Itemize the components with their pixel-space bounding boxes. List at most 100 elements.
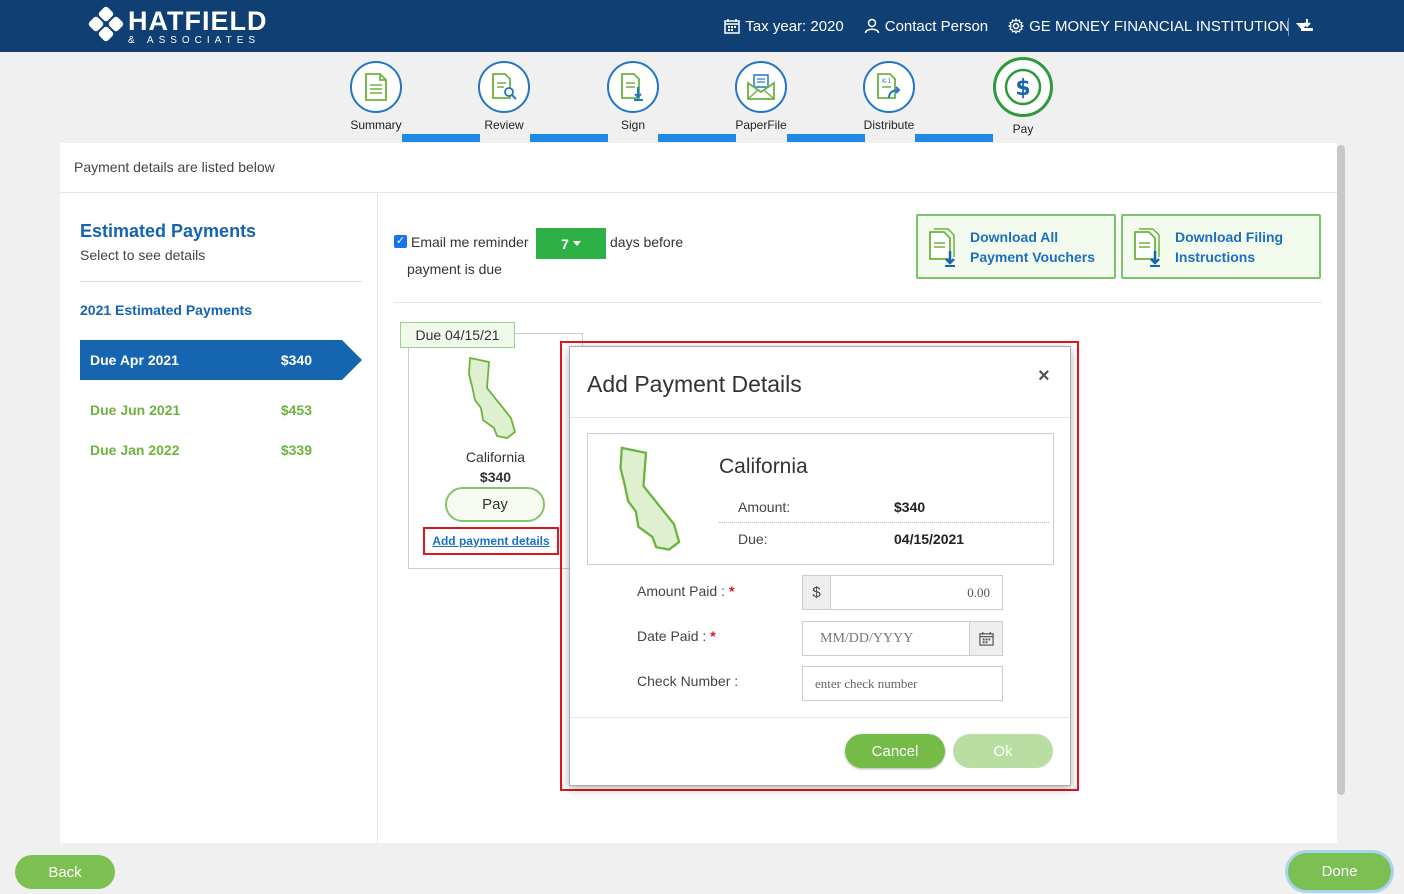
sidebar-subtitle: Select to see details — [80, 247, 206, 263]
tax-year-label: Tax year: 2020 — [745, 17, 844, 35]
check-number-label: Check Number : — [637, 673, 739, 689]
sidebar-item-label: Due Jun 2021 — [90, 402, 181, 418]
chevron-down-icon — [572, 241, 581, 246]
california-map-icon — [619, 446, 681, 551]
sidebar-item-due-apr-2021[interactable]: Due Apr 2021 $340 — [80, 340, 362, 380]
date-paid-label: Date Paid : * — [637, 628, 716, 644]
date-paid-input[interactable]: MM/DD/YYYY — [820, 631, 913, 647]
card-amount: $340 — [479, 469, 512, 485]
envelope-icon — [747, 74, 775, 100]
stepper-connector — [787, 134, 865, 142]
modal-footer-divider — [570, 717, 1070, 718]
modal-title: Add Payment Details — [587, 371, 802, 397]
step-paperfile[interactable]: PaperFile — [721, 61, 801, 132]
reminder-days-dropdown[interactable]: 7 — [536, 228, 606, 259]
stepper-connector — [658, 134, 736, 142]
step-sign[interactable]: Sign — [593, 61, 673, 132]
download-instructions-label-2: Instructions — [1175, 248, 1256, 265]
tax-year-selector[interactable]: Tax year: 2020 — [724, 17, 844, 35]
card-state-name: California — [465, 449, 526, 465]
reminder-days-value: 7 — [561, 235, 569, 252]
cancel-button[interactable]: Cancel — [845, 734, 945, 768]
document-download-icon — [1134, 227, 1160, 267]
back-button[interactable]: Back — [15, 855, 115, 889]
step-review-label: Review — [484, 118, 524, 132]
contact-person-label: Contact Person — [884, 17, 989, 35]
add-payment-details-modal: Add Payment Details × California Amount:… — [569, 346, 1071, 786]
stepper-connector — [530, 134, 608, 142]
distribute-icon: K-1 — [877, 73, 901, 99]
contact-person-link[interactable]: Contact Person — [864, 18, 988, 35]
download-filing-instructions-button[interactable]: Download Filing Instructions — [1121, 214, 1321, 279]
state-box-divider — [719, 522, 1049, 523]
sidebar-item-due-jan-2022[interactable]: Due Jan 2022 $339 — [80, 430, 342, 470]
step-paperfile-label: PaperFile — [735, 118, 787, 132]
institution-dropdown[interactable]: GE MONEY FINANCIAL INSTITUTION — [1008, 18, 1308, 35]
email-reminder-label: Email me reminder — [411, 234, 529, 250]
sidebar-item-amount: $340 — [280, 352, 312, 368]
due-date-tag: Due 04/15/21 — [400, 322, 515, 348]
modal-state-name: California — [719, 455, 808, 478]
ok-button[interactable]: Ok — [953, 734, 1053, 768]
step-distribute-label: Distribute — [863, 118, 915, 132]
calendar-icon — [724, 19, 741, 34]
close-icon[interactable]: × — [1038, 365, 1050, 388]
header-divider — [1288, 18, 1289, 36]
download-all-vouchers-button[interactable]: Download All Payment Vouchers — [916, 214, 1116, 279]
amount-paid-label: Amount Paid : * — [637, 583, 735, 599]
pay-button[interactable]: Pay — [445, 487, 545, 522]
sidebar-item-amount: $339 — [280, 442, 312, 458]
sidebar-divider — [80, 281, 362, 282]
currency-addon: $ — [803, 576, 831, 609]
person-icon — [864, 18, 879, 34]
workflow-stepper: Summary Review Sign PaperFile K-1 Distri… — [0, 52, 1404, 142]
download-vouchers-label-1: Download All — [970, 228, 1059, 245]
download-icon — [1301, 19, 1313, 31]
step-review[interactable]: Review — [464, 61, 544, 132]
due-value: 04/15/2021 — [894, 531, 965, 547]
stepper-connector — [915, 134, 993, 142]
dollar-icon: $ — [1004, 68, 1042, 106]
sidebar-item-label: Due Apr 2021 — [90, 352, 179, 368]
logo-sub-text: & ASSOCIATES — [128, 35, 261, 46]
institution-label: GE MONEY FINANCIAL INSTITUTION — [1029, 17, 1290, 35]
download-instructions-label-1: Download Filing — [1175, 228, 1284, 245]
date-paid-field[interactable]: MM/DD/YYYY — [802, 621, 1003, 656]
panel-heading: Payment details are listed below — [60, 143, 1337, 193]
document-download-icon — [929, 227, 955, 267]
check-number-input[interactable]: enter check number — [815, 676, 918, 692]
check-number-field[interactable]: enter check number — [802, 666, 1003, 701]
estimated-payments-sidebar: Estimated Payments Select to see details… — [60, 194, 378, 843]
date-picker-button[interactable] — [969, 622, 1002, 655]
email-reminder-checkbox[interactable]: ✓ — [394, 235, 407, 248]
download-vouchers-label-2: Payment Vouchers — [970, 248, 1096, 265]
state-summary-box: California Amount: $340 Due: 04/15/2021 — [587, 433, 1054, 565]
step-summary[interactable]: Summary — [336, 61, 416, 132]
payment-card: California $340 Pay Add payment details — [408, 333, 583, 569]
sidebar-item-label: Due Jan 2022 — [90, 442, 180, 458]
step-sign-label: Sign — [620, 118, 646, 132]
step-distribute[interactable]: K-1 Distribute — [849, 61, 929, 132]
done-button[interactable]: Done — [1288, 853, 1391, 890]
modal-header-divider — [570, 417, 1070, 418]
sidebar-item-amount: $453 — [280, 402, 312, 418]
sidebar-item-due-jun-2021[interactable]: Due Jun 2021 $453 — [80, 390, 342, 430]
page-scrollbar[interactable] — [1337, 145, 1345, 795]
amount-value: $340 — [894, 499, 926, 515]
step-pay-label: Pay — [1012, 122, 1034, 136]
sidebar-year-heading: 2021 Estimated Payments — [80, 302, 252, 318]
amount-paid-field[interactable]: $ 0.00 — [802, 575, 1003, 610]
calendar-icon — [978, 631, 994, 646]
due-label: Due: — [738, 531, 768, 547]
reminder-suffix-label-2: payment is due — [407, 261, 502, 277]
reminder-suffix-label: days before — [610, 234, 684, 250]
amount-paid-input[interactable]: 0.00 — [967, 585, 990, 601]
header-download-button[interactable] — [1300, 18, 1314, 37]
step-pay[interactable]: $ Pay — [983, 57, 1063, 136]
sidebar-title: Estimated Payments — [80, 221, 257, 241]
add-payment-details-link[interactable]: Add payment details — [423, 527, 559, 555]
content-divider — [394, 302, 1322, 303]
company-logo: HATFIELD & ASSOCIATES — [87, 5, 267, 46]
gear-icon — [1008, 18, 1025, 34]
svg-text:K-1: K-1 — [882, 78, 891, 85]
